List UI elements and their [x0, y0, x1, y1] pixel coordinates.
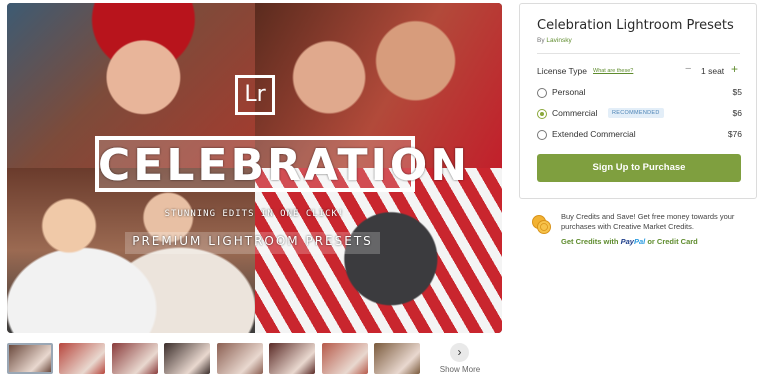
thumbnail[interactable]	[322, 343, 368, 374]
what-are-these-link[interactable]: What are these?	[593, 68, 633, 74]
author-link[interactable]: Lavinsky	[546, 37, 571, 44]
thumbnail[interactable]	[217, 343, 263, 374]
hero-subtitle: STUNNING EDITS IN ONE CLICK!	[164, 209, 345, 219]
thumbnail[interactable]	[374, 343, 420, 374]
thumbnail[interactable]	[164, 343, 210, 374]
paypal-pay: Pay	[620, 237, 634, 246]
lightroom-logo: Lr	[235, 75, 275, 115]
license-option-personal[interactable]: Personal $5	[537, 86, 742, 100]
credits-promo-text: Buy Credits and Save! Get free money tow…	[561, 212, 735, 231]
product-hero-image[interactable]: Lr CELEBRATION STUNNING EDITS IN ONE CLI…	[7, 3, 502, 333]
thumbnail[interactable]	[269, 343, 315, 374]
hero-premium-text: PREMIUM LIGHTROOM PRESETS	[132, 234, 373, 248]
credits-link-prefix: Get Credits with	[561, 237, 619, 246]
option-price: $5	[732, 87, 742, 97]
byline-prefix: By	[537, 37, 545, 44]
product-title: Celebration Lightroom Presets	[537, 18, 734, 33]
radio-extended[interactable]	[537, 130, 547, 140]
coins-icon	[532, 215, 551, 234]
chevron-right-icon[interactable]: ›	[450, 343, 469, 362]
product-byline: By Lavinsky	[537, 37, 572, 44]
option-price: $6	[732, 108, 742, 118]
license-type-label: License Type	[537, 66, 587, 76]
plus-icon[interactable]: +	[731, 62, 738, 76]
sign-up-to-purchase-button[interactable]: Sign Up to Purchase	[537, 154, 741, 182]
thumbnail[interactable]	[59, 343, 105, 374]
option-name: Extended Commercial	[552, 129, 636, 139]
seat-count: 1 seat	[701, 66, 725, 76]
minus-icon[interactable]: −	[685, 63, 691, 75]
thumbnail[interactable]	[112, 343, 158, 374]
paypal-logo: PayPal	[621, 237, 646, 246]
radio-personal[interactable]	[537, 88, 547, 98]
license-option-commercial[interactable]: Commercial RECOMMENDED $6	[537, 107, 742, 121]
show-more-link[interactable]: Show More	[437, 365, 483, 374]
recommended-badge: RECOMMENDED	[608, 108, 664, 118]
purchase-panel: Celebration Lightroom Presets By Lavinsk…	[519, 3, 757, 199]
credits-link-suffix: or Credit Card	[647, 237, 698, 246]
license-option-extended[interactable]: Extended Commercial $76	[537, 128, 742, 142]
option-price: $76	[727, 129, 742, 139]
radio-commercial[interactable]	[537, 109, 547, 119]
option-name: Personal	[552, 87, 586, 97]
get-credits-link[interactable]: Get Credits with PayPal or Credit Card	[561, 237, 698, 246]
divider	[537, 53, 740, 54]
option-name: Commercial	[552, 108, 598, 118]
paypal-pal: Pal	[633, 237, 646, 246]
hero-title: CELEBRATION	[98, 140, 471, 191]
thumbnail[interactable]	[7, 343, 53, 374]
